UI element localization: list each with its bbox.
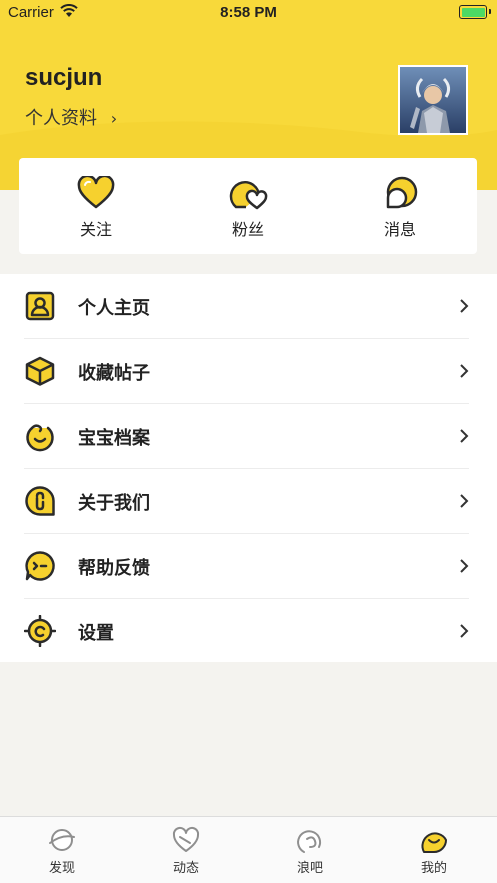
settings-icon [24,615,56,647]
status-time: 8:58 PM [220,4,277,21]
stats-card: 关注 粉丝 消息 [19,158,477,254]
menu-item-label: 帮助反馈 [78,558,150,579]
user-avatar[interactable] [398,65,468,135]
heart-icon [77,176,115,209]
heart-outline-icon [172,826,200,852]
tab-discover[interactable]: 发现 [0,825,124,876]
message-icon [386,176,418,209]
stat-follow[interactable]: 关注 [41,176,151,240]
stat-fans[interactable]: 粉丝 [193,176,303,240]
baby-icon [26,424,54,452]
tab-discover-label: 发现 [48,861,75,876]
tab-lang-ba[interactable]: 浪吧 [248,825,372,876]
menu-item-label: 关于我们 [78,493,150,514]
menu-item-profile-page[interactable]: 个人主页 [24,274,469,339]
profile-page-icon [25,291,55,321]
chevron-right-icon [460,364,469,378]
stat-fans-label: 粉丝 [231,220,264,239]
menu-item-help-feedback[interactable]: 帮助反馈 [24,534,469,599]
menu-item-label: 个人主页 [78,298,150,319]
stat-follow-label: 关注 [79,220,112,239]
avatar-image [400,67,466,133]
profile-link[interactable]: 个人资料 › [25,104,117,130]
username: sucjun [25,64,103,91]
stat-messages-label: 消息 [383,220,416,239]
menu-item-label: 宝宝档案 [78,428,150,449]
menu-item-label: 收藏帖子 [78,363,150,384]
box-icon [25,356,55,386]
tab-lang-ba-label: 浪吧 [296,861,323,876]
planet-icon [49,829,75,851]
chevron-right-icon [460,429,469,443]
menu-item-label: 设置 [78,623,114,644]
about-icon [25,486,55,516]
menu-list: 个人主页 收藏帖子 宝宝档案 关于我们 帮助反馈 设置 [0,274,497,662]
stat-messages[interactable]: 消息 [345,176,455,240]
tab-feed-label: 动态 [172,861,199,876]
chevron-right-icon [460,559,469,573]
chevron-right-icon [460,494,469,508]
tab-mine-label: 我的 [420,861,447,876]
chevron-right-icon: › [110,109,118,128]
profile-link-label: 个人资料 [25,108,97,129]
chevron-right-icon [460,624,469,638]
tab-feed[interactable]: 动态 [124,825,248,876]
menu-item-settings[interactable]: 设置 [24,599,469,664]
menu-item-about-us[interactable]: 关于我们 [24,469,469,534]
tab-mine[interactable]: 我的 [372,825,496,876]
status-bar: Carrier 8:58 PM [0,0,497,26]
feedback-icon [25,551,55,581]
tab-bar: 发现 动态 浪吧 我的 [0,816,497,883]
fans-icon [229,181,268,210]
battery-icon [459,5,491,19]
wave-icon [297,830,322,853]
smile-face-icon [421,832,447,853]
menu-item-favorites[interactable]: 收藏帖子 [24,339,469,404]
menu-item-baby-profile[interactable]: 宝宝档案 [24,404,469,469]
chevron-right-icon [460,299,469,313]
